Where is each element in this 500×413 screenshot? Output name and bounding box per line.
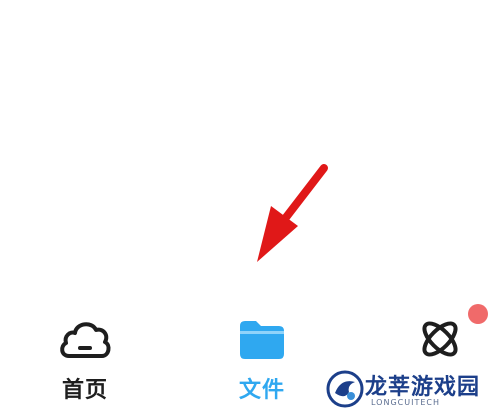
- tab-home[interactable]: 首页: [30, 300, 140, 413]
- watermark: 龙莘游戏园 LONGCUITECH: [323, 366, 500, 413]
- app-screen: 首页 文件 龙莘游戏园 LONGCUITECH: [0, 0, 500, 413]
- watermark-subtitle: LONGCUITECH: [371, 398, 440, 407]
- notification-badge: [468, 304, 488, 324]
- cloud-icon: [60, 322, 111, 358]
- tab-files[interactable]: 文件: [207, 300, 317, 413]
- watermark-title: 龙莘游戏园: [365, 375, 481, 400]
- folder-icon: [240, 321, 284, 359]
- tab-home-label: 首页: [61, 378, 108, 403]
- watermark-logo-icon: [326, 370, 364, 408]
- tab-files-label: 文件: [238, 378, 285, 403]
- atom-icon: [422, 321, 458, 357]
